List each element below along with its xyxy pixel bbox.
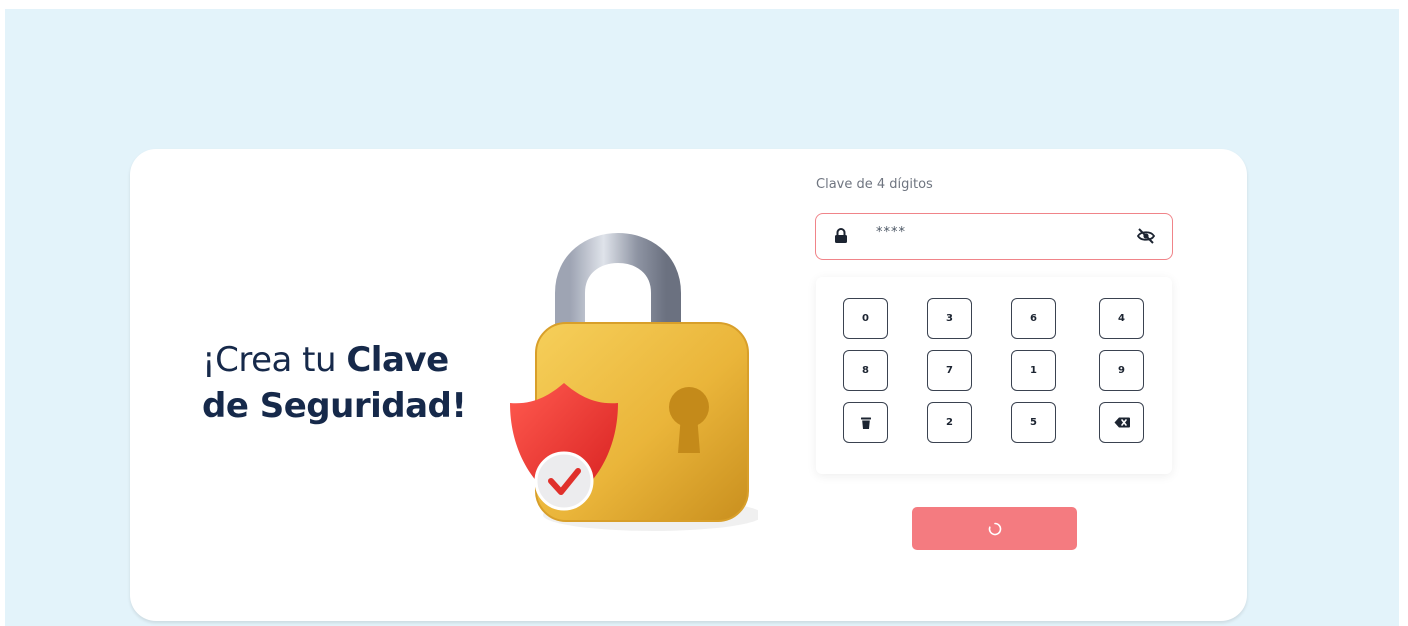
page-title: ¡Crea tu Clave de Seguridad! — [202, 337, 467, 429]
eye-slash-icon[interactable] — [1136, 227, 1156, 245]
submit-button[interactable] — [912, 507, 1077, 550]
security-key-card: ¡Crea tu Clave de Seguridad! Clave de 4 … — [130, 149, 1247, 621]
key-3[interactable]: 3 — [927, 298, 972, 339]
key-0[interactable]: 0 — [843, 298, 888, 339]
key-6[interactable]: 6 — [1011, 298, 1056, 339]
key-1[interactable]: 1 — [1011, 350, 1056, 391]
key-5[interactable]: 5 — [1011, 402, 1056, 443]
pin-input[interactable]: **** — [815, 213, 1173, 260]
key-4[interactable]: 4 — [1099, 298, 1144, 339]
spinner-icon — [988, 522, 1001, 535]
title-prefix: ¡Crea tu — [202, 340, 347, 380]
backspace-icon — [1114, 417, 1130, 428]
trash-icon — [860, 417, 871, 429]
clear-button[interactable] — [843, 402, 888, 443]
backspace-button[interactable] — [1099, 402, 1144, 443]
key-8[interactable]: 8 — [843, 350, 888, 391]
key-7[interactable]: 7 — [927, 350, 972, 391]
key-2[interactable]: 2 — [927, 402, 972, 443]
padlock-shield-illustration — [510, 233, 758, 531]
lock-icon — [835, 228, 847, 243]
pin-value: **** — [876, 225, 906, 240]
title-bold-2: de Seguridad! — [202, 386, 467, 426]
key-9[interactable]: 9 — [1099, 350, 1144, 391]
title-bold-1: Clave — [346, 340, 449, 380]
pin-field-label: Clave de 4 dígitos — [816, 177, 933, 192]
numeric-keypad: 0 3 6 4 8 7 1 9 2 5 — [816, 277, 1172, 474]
